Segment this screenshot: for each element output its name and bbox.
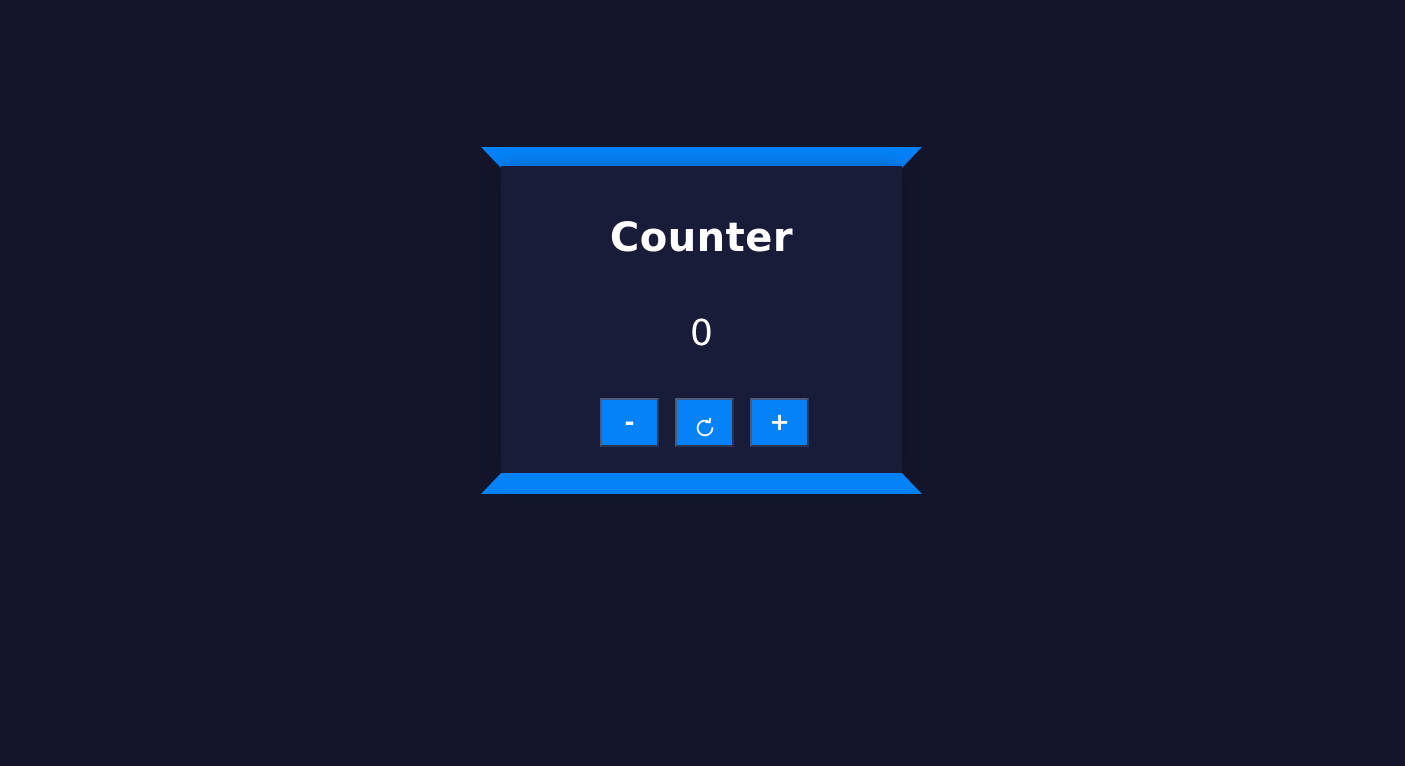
counter-app: Counter 0 - + — [0, 0, 1405, 766]
reset-button[interactable] — [675, 398, 734, 447]
counter-value: 0 — [690, 313, 713, 354]
decrement-button[interactable]: - — [600, 398, 659, 447]
card-top-border — [481, 147, 922, 168]
card-bottom-border — [481, 473, 922, 494]
counter-controls: - + — [501, 398, 902, 448]
increment-button[interactable]: + — [750, 398, 809, 447]
counter-title: Counter — [609, 215, 794, 261]
reset-icon — [696, 417, 713, 437]
counter-card: Counter 0 - + — [501, 166, 902, 476]
